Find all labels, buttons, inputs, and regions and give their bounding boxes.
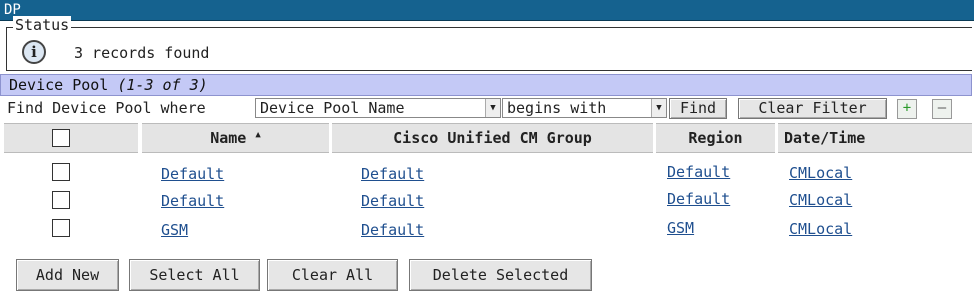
- select-all-checkbox[interactable]: [52, 129, 70, 147]
- device-pool-title: Device Pool: [9, 76, 109, 94]
- column-label-name: Name: [210, 129, 247, 147]
- cm-group-link[interactable]: Default: [361, 192, 424, 210]
- clear-all-button[interactable]: Clear All: [267, 259, 398, 291]
- search-operator-select[interactable]: begins with ▼: [502, 98, 667, 118]
- status-message: 3 records found: [74, 44, 210, 62]
- dropdown-arrow-icon: ▼: [485, 99, 500, 117]
- add-new-button[interactable]: Add New: [16, 259, 119, 291]
- select-column-header: [4, 123, 138, 153]
- column-header-cm-group[interactable]: Cisco Unified CM Group: [332, 123, 653, 153]
- name-link[interactable]: GSM: [161, 221, 188, 239]
- remove-criteria-icon[interactable]: –: [932, 99, 952, 119]
- column-label-cm-group: Cisco Unified CM Group: [393, 129, 592, 147]
- column-header-region[interactable]: Region: [656, 123, 775, 153]
- select-all-button[interactable]: Select All: [129, 259, 260, 291]
- search-field-select[interactable]: Device Pool Name ▼: [255, 98, 501, 118]
- cm-group-link[interactable]: Default: [361, 221, 424, 239]
- region-link[interactable]: Default: [667, 163, 730, 181]
- search-operator-value: begins with: [507, 99, 607, 117]
- column-label-region: Region: [688, 129, 743, 147]
- date-time-link[interactable]: CMLocal: [789, 164, 852, 182]
- column-label-date-time: Date/Time: [784, 129, 866, 147]
- window-title-bar: DP: [0, 0, 974, 21]
- region-link[interactable]: GSM: [667, 219, 694, 237]
- clear-filter-button[interactable]: Clear Filter: [738, 98, 887, 119]
- row-checkbox[interactable]: [52, 191, 70, 209]
- search-label: Find Device Pool where: [7, 99, 206, 117]
- status-legend: Status: [13, 16, 72, 34]
- find-button[interactable]: Find: [669, 98, 727, 119]
- info-icon: i: [22, 40, 46, 64]
- device-pool-header: Device Pool (1-3 of 3): [0, 74, 972, 96]
- cm-group-link[interactable]: Default: [361, 165, 424, 183]
- name-link[interactable]: Default: [161, 165, 224, 183]
- sort-ascending-icon: ▲: [255, 130, 261, 140]
- row-checkbox[interactable]: [52, 219, 70, 237]
- region-link[interactable]: Default: [667, 190, 730, 208]
- dropdown-arrow-icon: ▼: [651, 99, 666, 117]
- delete-selected-button[interactable]: Delete Selected: [409, 259, 592, 291]
- name-link[interactable]: Default: [161, 192, 224, 210]
- row-checkbox[interactable]: [52, 163, 70, 181]
- search-field-value: Device Pool Name: [260, 99, 405, 117]
- add-criteria-icon[interactable]: +: [897, 99, 917, 119]
- column-header-name[interactable]: Name ▲: [142, 123, 329, 153]
- date-time-link[interactable]: CMLocal: [789, 220, 852, 238]
- column-header-date-time[interactable]: Date/Time: [778, 123, 972, 153]
- device-pool-range: (1-3 of 3): [117, 76, 208, 94]
- date-time-link[interactable]: CMLocal: [789, 191, 852, 209]
